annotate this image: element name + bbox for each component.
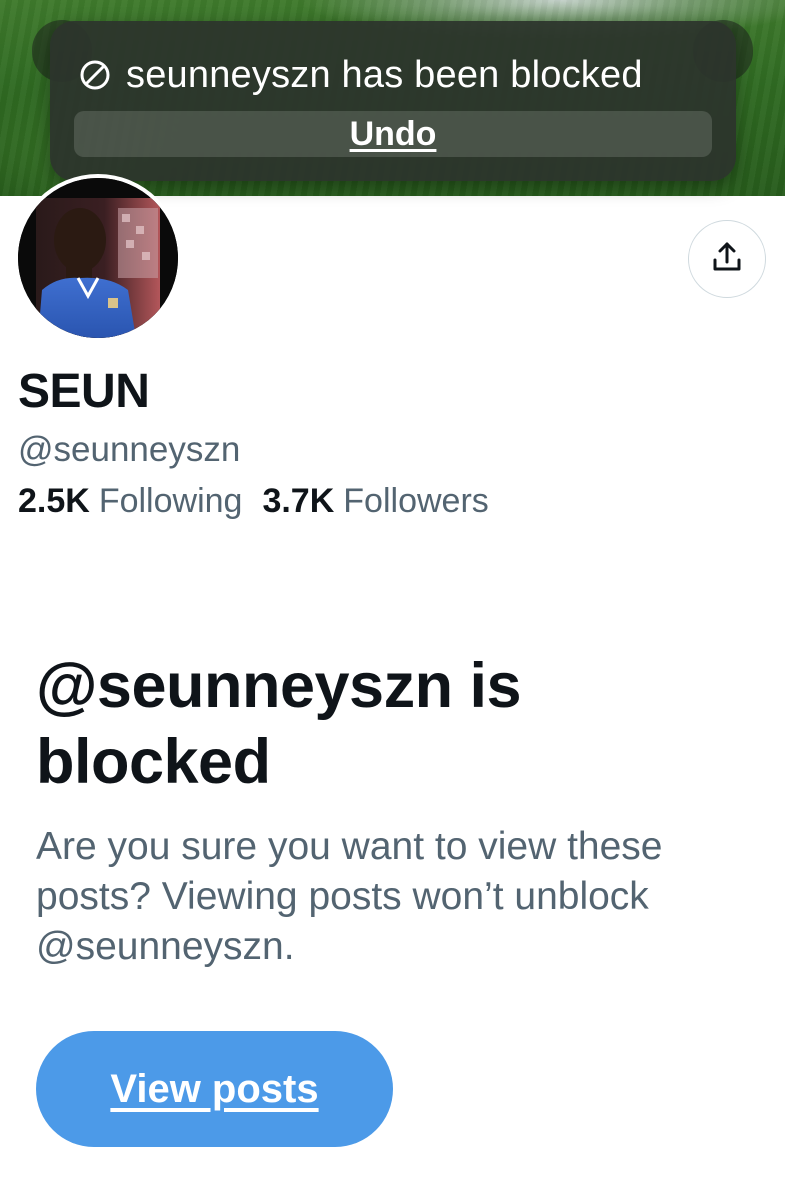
avatar-photo (18, 178, 178, 338)
share-button[interactable] (688, 220, 766, 298)
following-label: Following (98, 482, 243, 520)
avatar[interactable] (14, 174, 182, 342)
share-upload-icon (710, 240, 744, 279)
followers-count: 3.7K (262, 482, 335, 520)
profile-page: seunneyszn has been blocked Undo SEUN @s… (0, 0, 785, 1200)
profile-handle: @seunneyszn (18, 430, 241, 469)
toast-message: seunneyszn has been blocked (126, 53, 643, 96)
blocked-description: Are you sure you want to view these post… (36, 825, 663, 968)
view-posts-button[interactable]: View posts (36, 1031, 393, 1147)
blocked-title: @seunneyszn is blocked (36, 651, 522, 797)
followers-link[interactable]: 3.7K Followers (262, 482, 488, 521)
toast-message-row: seunneyszn has been blocked (78, 51, 643, 99)
blocked-toast: seunneyszn has been blocked Undo (50, 21, 736, 181)
following-count: 2.5K (18, 482, 90, 520)
profile-stats: 2.5K Following 3.7K Followers (18, 482, 509, 521)
following-link[interactable]: 2.5K Following (18, 482, 242, 521)
followers-label: Followers (343, 482, 489, 520)
profile-display-name: SEUN (18, 365, 150, 418)
blocked-circle-icon (78, 58, 112, 92)
undo-button[interactable]: Undo (74, 111, 712, 157)
